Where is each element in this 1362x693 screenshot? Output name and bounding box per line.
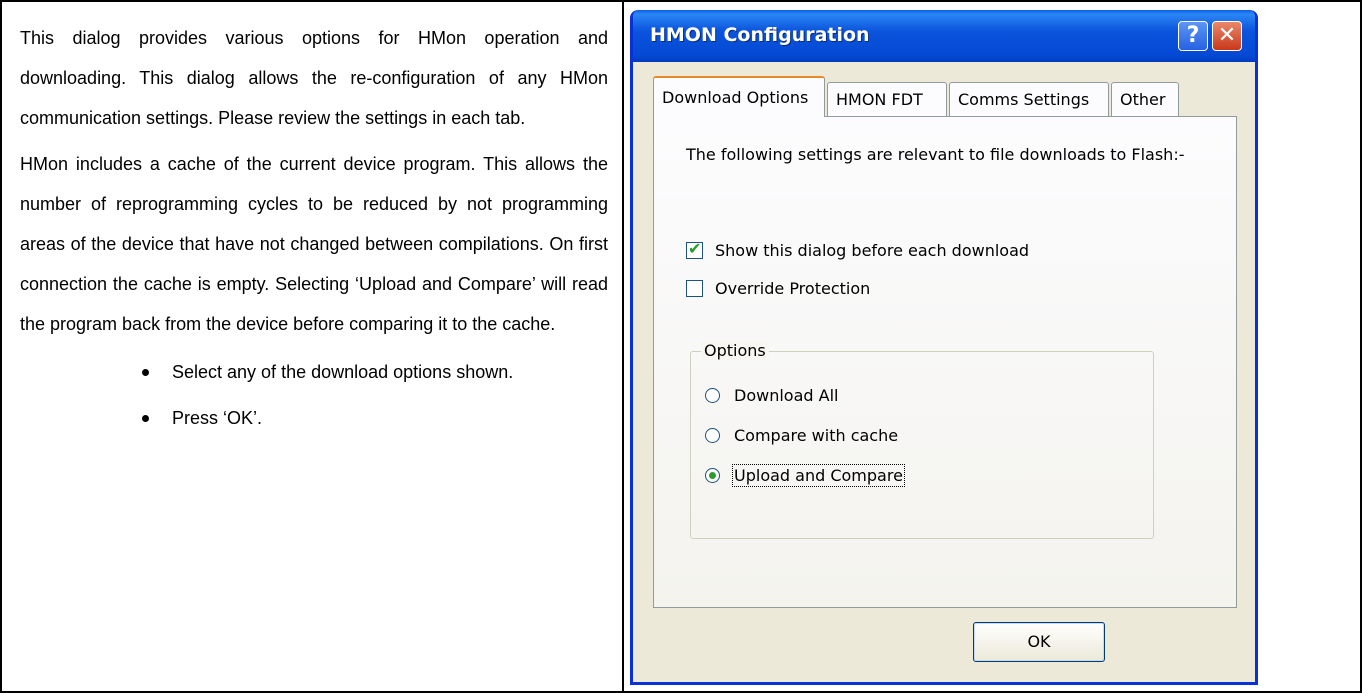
list-item: Press ‘OK’. (142, 398, 608, 438)
instructions-column: This dialog provides various options for… (20, 18, 608, 444)
radio-button[interactable] (705, 387, 720, 403)
tab-label: Comms Settings (958, 90, 1090, 109)
radio-label: Download All (734, 385, 839, 405)
ok-button[interactable]: OK (973, 622, 1105, 662)
radio-button[interactable] (705, 467, 720, 483)
description-paragraph-2: HMon includes a cache of the current dev… (20, 154, 608, 334)
tab-label: Download Options (662, 88, 809, 107)
intro-text: The following settings are relevant to f… (686, 145, 1185, 164)
tab-comms-settings[interactable]: Comms Settings (949, 82, 1109, 116)
radio-upload-and-compare[interactable]: Upload and Compare (705, 463, 905, 487)
radio-button[interactable] (705, 427, 720, 443)
hmon-configuration-dialog: HMON Configuration ? ✕ Download Options … (630, 10, 1258, 685)
help-icon: ? (1186, 23, 1200, 48)
download-options-panel: The following settings are relevant to f… (653, 116, 1237, 608)
tab-label: Other (1120, 90, 1166, 109)
options-group-label: Options (701, 341, 769, 360)
radio-label: Compare with cache (734, 425, 899, 445)
checkbox-label: Override Protection (715, 278, 871, 298)
checkbox-label: Show this dialog before each download (715, 240, 1030, 260)
options-group: Options Download All Compare with cache … (690, 341, 1154, 539)
column-divider (622, 0, 624, 693)
tab-label: HMON FDT (836, 90, 923, 109)
radio-label: Upload and Compare (732, 463, 905, 487)
checkmark-icon: ✔ (688, 238, 702, 258)
dialog-title: HMON Configuration (650, 24, 870, 46)
tab-other[interactable]: Other (1111, 82, 1179, 116)
list-item: Select any of the download options shown… (142, 352, 608, 392)
title-bar[interactable]: HMON Configuration ? ✕ (633, 10, 1255, 62)
close-icon: ✕ (1217, 23, 1237, 48)
radio-compare-with-cache[interactable]: Compare with cache (705, 424, 898, 446)
help-button[interactable]: ? (1178, 21, 1208, 51)
override-protection-checkbox[interactable] (686, 279, 703, 297)
instruction-list: Select any of the download options shown… (20, 352, 608, 438)
show-dialog-checkbox[interactable]: ✔ (686, 238, 703, 259)
tab-download-options[interactable]: Download Options (653, 76, 825, 117)
show-dialog-checkbox-row[interactable]: ✔ Show this dialog before each download (686, 239, 1029, 261)
description-paragraph-1: This dialog provides various options for… (20, 28, 608, 128)
radio-download-all[interactable]: Download All (705, 384, 838, 406)
tab-hmon-fdt[interactable]: HMON FDT (827, 82, 947, 116)
close-button[interactable]: ✕ (1212, 21, 1242, 51)
override-protection-checkbox-row[interactable]: Override Protection (686, 277, 870, 299)
radio-selected-dot (709, 471, 716, 479)
